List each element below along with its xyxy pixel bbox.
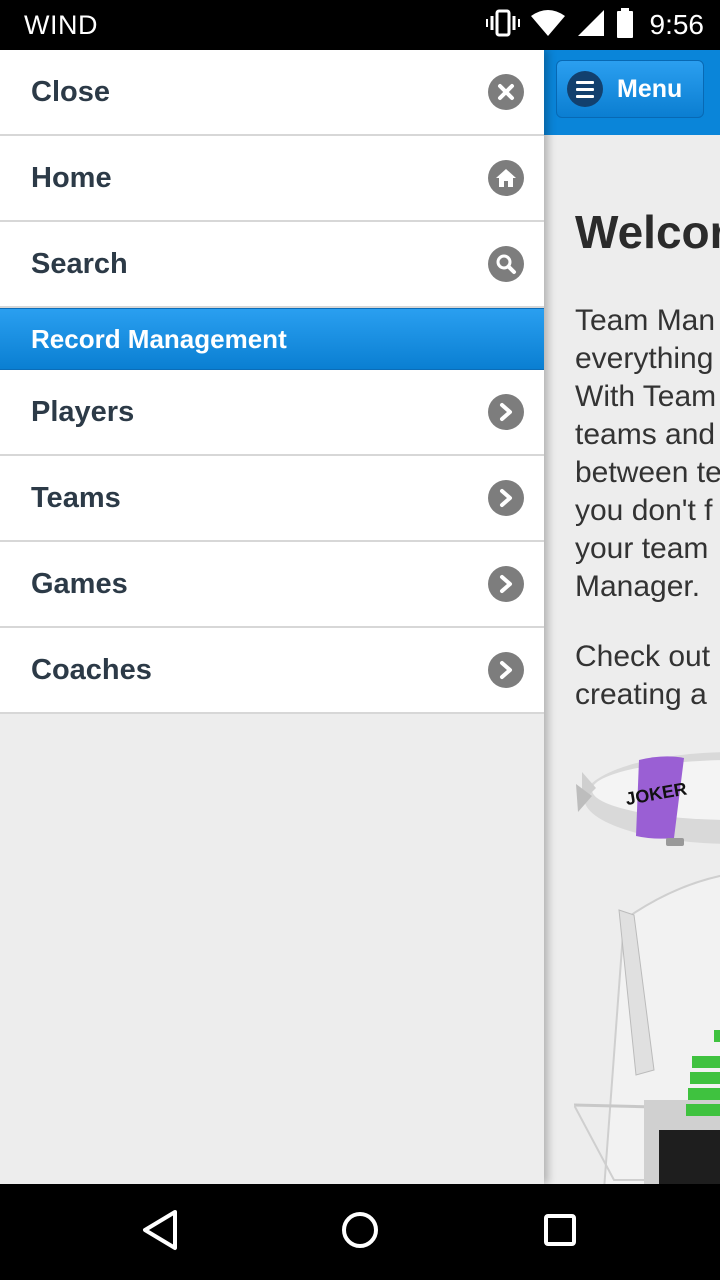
vibrate-icon — [485, 8, 520, 43]
carrier-name: WIND — [24, 10, 98, 40]
drawer-item-label: Games — [31, 567, 128, 600]
clock: 9:56 — [649, 9, 705, 40]
chevron-right-icon — [488, 480, 524, 516]
search-icon — [488, 246, 524, 282]
drawer-item-label: Search — [31, 247, 128, 280]
back-icon — [140, 1209, 180, 1256]
menu-button-label: Menu — [617, 74, 683, 103]
drawer-item-home[interactable]: Home — [0, 136, 544, 222]
home-circle-icon — [340, 1210, 380, 1255]
chevron-right-icon — [488, 566, 524, 602]
welcome-line: between te — [575, 456, 720, 489]
home-button[interactable] — [336, 1208, 384, 1256]
welcome-line: teams and — [575, 418, 716, 451]
drawer-item-label: Home — [31, 161, 112, 194]
welcome-line: creating a — [575, 678, 707, 711]
system-nav-bar — [0, 1184, 720, 1280]
drawer-item-coaches[interactable]: Coaches — [0, 628, 544, 714]
drawer-item-label: Teams — [31, 481, 121, 514]
menu-button[interactable]: Menu — [556, 60, 704, 118]
drawer-item-label: Close — [31, 75, 110, 108]
drawer-item-search[interactable]: Search — [0, 222, 544, 308]
back-button[interactable] — [136, 1208, 184, 1256]
welcome-title: Welcor — [575, 206, 720, 258]
drawer-item-label: Players — [31, 395, 135, 428]
drawer-item-games[interactable]: Games — [0, 542, 544, 628]
welcome-line: Team Man — [575, 304, 716, 337]
recents-icon — [542, 1212, 578, 1253]
status-bar: WIND 9:56 — [0, 0, 720, 50]
drawer-item-label: Coaches — [31, 653, 152, 686]
drawer-item-close[interactable]: Close — [0, 50, 544, 136]
welcome-line: your team — [575, 532, 709, 565]
section-header-record-management: Record Management — [0, 308, 544, 370]
battery-icon — [616, 7, 634, 43]
app-header: Menu — [544, 50, 720, 135]
home-icon — [488, 160, 524, 196]
recents-button[interactable] — [536, 1208, 584, 1256]
stadium-illustration: JOKER — [573, 740, 720, 1184]
welcome-line: you don't f — [575, 494, 713, 527]
navigation-drawer: Close Home Search Record Management Play… — [0, 50, 544, 1184]
chevron-right-icon — [488, 394, 524, 430]
signal-icon — [576, 8, 606, 43]
drawer-item-teams[interactable]: Teams — [0, 456, 544, 542]
drawer-item-players[interactable]: Players — [0, 370, 544, 456]
menu-icon — [567, 71, 603, 107]
stadium-image — [573, 875, 720, 1184]
blimp-image: JOKER — [576, 752, 720, 846]
welcome-line: Check out — [575, 640, 711, 673]
welcome-line: With Team — [575, 380, 717, 413]
main-page: Menu Welcor Team Man everything With Tea… — [544, 50, 720, 1184]
wifi-icon — [530, 8, 566, 43]
welcome-line: Manager. — [575, 570, 701, 603]
welcome-line: everything — [575, 342, 714, 375]
close-icon — [488, 74, 524, 110]
welcome-text: Team Man everything With Team teams and … — [575, 302, 720, 714]
chevron-right-icon — [488, 652, 524, 688]
status-icons: 9:56 — [485, 7, 705, 43]
